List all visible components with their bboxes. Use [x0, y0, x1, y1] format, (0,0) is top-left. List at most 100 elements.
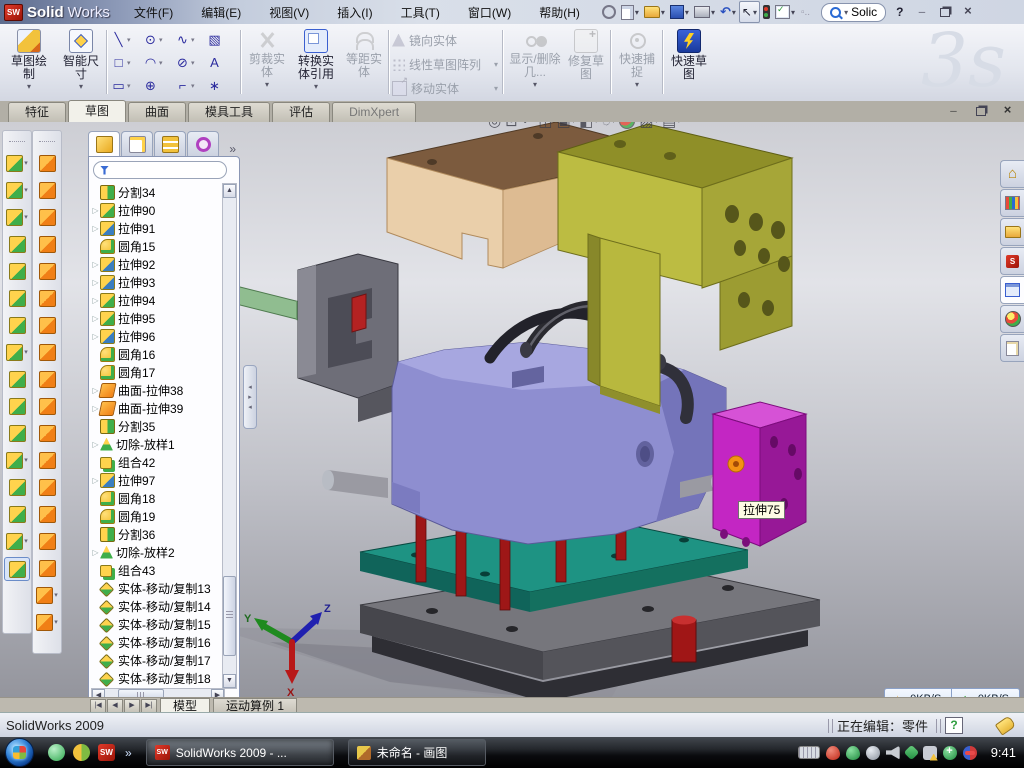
- sync-icon[interactable]: [903, 745, 919, 761]
- solidworks-launcher-icon[interactable]: SW: [98, 744, 115, 761]
- tree-item[interactable]: ▷切除-放样1: [91, 435, 223, 453]
- delete-face-button[interactable]: [35, 368, 59, 390]
- model-magenta-block[interactable]: [713, 402, 806, 547]
- tree-item[interactable]: 圆角17: [91, 363, 223, 381]
- wrap-button[interactable]: [5, 314, 29, 336]
- pattern-dropdown-icon[interactable]: ▾: [494, 60, 498, 69]
- pin-button[interactable]: [600, 2, 618, 22]
- instant3d-button[interactable]: [4, 557, 30, 581]
- tree-item[interactable]: 实体-移动/复制17: [91, 651, 223, 669]
- linear-pattern-dropdown-icon[interactable]: ▾: [24, 348, 28, 356]
- featuremanager-tab[interactable]: [88, 131, 120, 156]
- last-tab-icon[interactable]: ▶|: [141, 699, 157, 713]
- model-tab[interactable]: 模型: [160, 698, 210, 713]
- surface-spline-button[interactable]: ▾: [35, 611, 59, 633]
- extruded-boss-dropdown-icon[interactable]: ▾: [24, 159, 28, 167]
- tree-item[interactable]: 分割35: [91, 417, 223, 435]
- tree-item[interactable]: ▷拉伸94: [91, 291, 223, 309]
- antivirus-shield-icon[interactable]: [826, 746, 840, 760]
- scroll-down-icon[interactable]: ▼: [223, 674, 236, 688]
- update-orb-icon[interactable]: [963, 746, 977, 760]
- rectangle-dropdown-icon[interactable]: ▾: [127, 59, 131, 67]
- revolved-surface-button[interactable]: [35, 179, 59, 201]
- zoom-fit-button[interactable]: ◎: [488, 122, 501, 130]
- sketch-dropdown-icon[interactable]: ▾: [27, 82, 31, 91]
- smart-dimension-button[interactable]: 智能尺寸 ▾: [58, 28, 104, 98]
- start-button[interactable]: [5, 738, 34, 767]
- slot-dropdown-icon[interactable]: ▾: [127, 82, 131, 90]
- extruded-cut-button[interactable]: ▾: [5, 179, 29, 201]
- expand-arrow-icon[interactable]: ▷: [91, 206, 100, 215]
- options-button[interactable]: ▾: [773, 2, 797, 22]
- spline-tool-dropdown-icon[interactable]: ▾: [24, 537, 28, 545]
- view-palette-tab[interactable]: [1000, 276, 1024, 304]
- status-help-icon[interactable]: ?: [945, 717, 963, 734]
- undo-button[interactable]: ↶▾: [718, 2, 738, 22]
- tree-item[interactable]: ▷拉伸90: [91, 201, 223, 219]
- arc-button[interactable]: ◠▾: [142, 51, 174, 74]
- quick-launch-expand-icon[interactable]: »: [125, 746, 132, 760]
- utility-launcher-icon[interactable]: [73, 744, 90, 761]
- new-document-button[interactable]: ▾: [619, 2, 641, 22]
- tree-item[interactable]: ▷曲面-拉伸38: [91, 381, 223, 399]
- select-dropdown-icon[interactable]: ▾: [753, 8, 757, 17]
- tree-item[interactable]: ▷拉伸97: [91, 471, 223, 489]
- convert-entities-button[interactable]: 转换实体引用 ▾: [292, 28, 340, 98]
- line-button[interactable]: ╲▾: [110, 28, 142, 51]
- print-dropdown-icon[interactable]: ▾: [711, 8, 715, 17]
- extend-surface-button[interactable]: [35, 422, 59, 444]
- view-settings-button[interactable]: ▤▾: [662, 122, 681, 130]
- move-dropdown-icon[interactable]: ▾: [494, 84, 498, 93]
- offset-entities-button[interactable]: 等距实体: [344, 28, 384, 98]
- horizontal-scroll-thumb[interactable]: [118, 689, 164, 697]
- appearances-button[interactable]: [619, 122, 635, 129]
- expand-arrow-icon[interactable]: ▷: [91, 260, 100, 269]
- freeform-button[interactable]: ▾: [35, 584, 59, 606]
- hide-show-items-dropdown-icon[interactable]: ▾: [612, 122, 616, 125]
- print-button[interactable]: ▾: [692, 2, 717, 22]
- solidworks-resources-tab[interactable]: ⌂: [1000, 160, 1024, 188]
- sketch-button[interactable]: 草图绘制 ▾: [6, 28, 52, 98]
- selection-box-button[interactable]: ▧: [206, 28, 238, 51]
- circle-dropdown-icon[interactable]: ▾: [159, 36, 163, 44]
- utility-icon[interactable]: [866, 746, 880, 760]
- tree-item[interactable]: ▷曲面-拉伸39: [91, 399, 223, 417]
- sketch-fillet-button[interactable]: ⌐▾: [174, 74, 206, 97]
- tab-曲面[interactable]: 曲面: [128, 102, 186, 122]
- motion-study-tab[interactable]: 运动算例 1: [213, 698, 297, 713]
- menu-item-0[interactable]: 文件(F): [120, 0, 187, 24]
- menu-item-2[interactable]: 视图(V): [255, 0, 323, 24]
- restore-button[interactable]: [936, 5, 953, 19]
- new-document-dropdown-icon[interactable]: ▾: [635, 8, 639, 17]
- first-tab-icon[interactable]: |◀: [90, 699, 106, 713]
- tree-item[interactable]: 实体-移动/复制15: [91, 615, 223, 633]
- next-tab-icon[interactable]: ▶: [124, 699, 140, 713]
- slot-button[interactable]: ▭▾: [110, 74, 142, 97]
- polygon-button[interactable]: ⊕: [142, 74, 174, 97]
- combine-button[interactable]: [5, 395, 29, 417]
- doc-close-button[interactable]: [999, 104, 1016, 118]
- untrim-surface-button[interactable]: [35, 476, 59, 498]
- panel-overflow-icon[interactable]: »: [229, 142, 240, 156]
- ruled-surface-button[interactable]: [35, 341, 59, 363]
- close-button[interactable]: [959, 5, 976, 19]
- rectangle-button[interactable]: □▾: [110, 51, 142, 74]
- save-button[interactable]: ▾: [668, 2, 691, 22]
- taskbar-button-paint[interactable]: 未命名 - 画图: [348, 739, 486, 766]
- doc-minimize-button[interactable]: [945, 104, 962, 118]
- spline-dropdown-icon[interactable]: ▾: [191, 36, 195, 44]
- expand-arrow-icon[interactable]: ▷: [91, 476, 100, 485]
- text-button[interactable]: A: [206, 51, 238, 74]
- tree-vertical-scrollbar[interactable]: ▲ ▼: [222, 183, 237, 689]
- tree-item[interactable]: ▷拉伸93: [91, 273, 223, 291]
- tree-item[interactable]: 实体-移动/复制14: [91, 597, 223, 615]
- security-shield-icon[interactable]: [846, 746, 860, 760]
- file-explorer-tab[interactable]: [1000, 218, 1024, 246]
- vertical-scroll-thumb[interactable]: [223, 576, 236, 656]
- surface-spline-dropdown-icon[interactable]: ▾: [54, 618, 58, 626]
- planar-surface-button[interactable]: [35, 287, 59, 309]
- section-view-button[interactable]: ◫: [538, 122, 552, 130]
- tab-DimXpert[interactable]: DimXpert: [332, 102, 416, 122]
- spline-tool-button[interactable]: ▾: [5, 530, 29, 552]
- dimxpertmanager-tab[interactable]: [187, 131, 219, 156]
